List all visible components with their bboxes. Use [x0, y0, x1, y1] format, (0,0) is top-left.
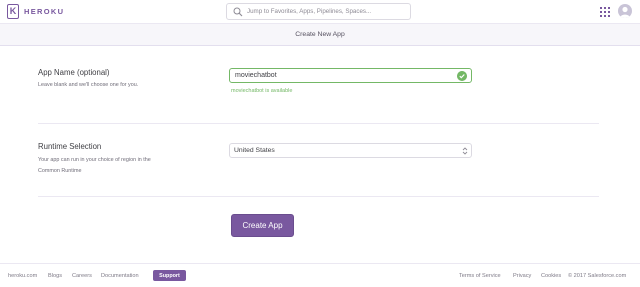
app-name-input[interactable]: moviechatbot [229, 68, 472, 83]
app-name-description: Leave blank and we'll choose one for you… [38, 82, 139, 88]
footer-link-careers[interactable]: Careers [72, 273, 92, 279]
brand-name: HEROKU [24, 7, 65, 16]
search-input[interactable]: Jump to Favorites, Apps, Pipelines, Spac… [226, 3, 411, 20]
chevron-updown-icon [462, 147, 468, 155]
footer: heroku.com Blogs Careers Documentation S… [0, 263, 640, 287]
runtime-description: Your app can run in your choice of regio… [38, 157, 151, 174]
runtime-label: Runtime Selection [38, 142, 102, 151]
search-placeholder: Jump to Favorites, Apps, Pipelines, Spac… [247, 8, 372, 15]
logo-letter: K [9, 6, 17, 16]
app-name-value: moviechatbot [235, 72, 277, 79]
page-header: Create New App [0, 24, 640, 46]
page-title: Create New App [295, 31, 345, 38]
section-divider [38, 196, 599, 197]
avatar-silhouette [620, 6, 630, 18]
footer-link-privacy[interactable]: Privacy [513, 273, 531, 279]
top-nav: K HEROKU Jump to Favorites, Apps, Pipeli… [0, 0, 640, 24]
search-icon [233, 7, 243, 16]
availability-message: moviechatbot is available [231, 88, 293, 94]
heroku-logo[interactable]: K HEROKU [7, 4, 64, 19]
region-selected-value: United States [234, 147, 275, 154]
footer-link-cookies[interactable]: Cookies [541, 273, 561, 279]
support-button[interactable]: Support [153, 270, 186, 281]
region-select[interactable]: United States [229, 143, 472, 158]
heroku-logo-icon: K [7, 4, 19, 19]
footer-link-heroku[interactable]: heroku.com [8, 273, 37, 279]
footer-link-documentation[interactable]: Documentation [101, 273, 139, 279]
app-name-label: App Name (optional) [38, 68, 110, 77]
footer-copyright: © 2017 Salesforce.com [568, 273, 627, 279]
create-app-button[interactable]: Create App [231, 214, 294, 237]
grid-icon[interactable] [600, 7, 610, 17]
footer-link-blogs[interactable]: Blogs [48, 273, 62, 279]
user-avatar-icon[interactable] [618, 4, 632, 18]
checkmark-icon [457, 71, 467, 81]
footer-link-terms[interactable]: Terms of Service [459, 273, 501, 279]
section-divider [38, 123, 599, 124]
